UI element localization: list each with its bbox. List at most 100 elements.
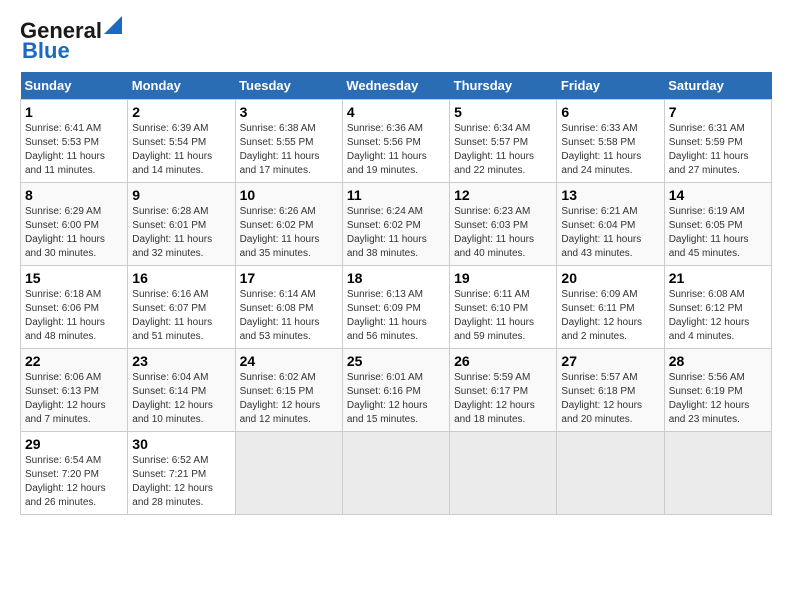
day-info: Sunrise: 6:04 AM Sunset: 6:14 PM Dayligh…: [132, 371, 230, 427]
calendar-cell: 9 Sunrise: 6:28 AM Sunset: 6:01 PM Dayli…: [128, 183, 235, 266]
logo: General Blue: [20, 20, 122, 62]
day-number: 15: [25, 270, 123, 286]
calendar-cell: 7 Sunrise: 6:31 AM Sunset: 5:59 PM Dayli…: [664, 100, 771, 183]
calendar-cell: 3 Sunrise: 6:38 AM Sunset: 5:55 PM Dayli…: [235, 100, 342, 183]
calendar-cell: 27 Sunrise: 5:57 AM Sunset: 6:18 PM Dayl…: [557, 349, 664, 432]
day-info: Sunrise: 6:08 AM Sunset: 6:12 PM Dayligh…: [669, 288, 767, 344]
day-info: Sunrise: 6:21 AM Sunset: 6:04 PM Dayligh…: [561, 205, 659, 261]
day-number: 9: [132, 187, 230, 203]
day-number: 3: [240, 104, 338, 120]
header-day-sunday: Sunday: [21, 72, 128, 100]
calendar-cell: 29 Sunrise: 6:54 AM Sunset: 7:20 PM Dayl…: [21, 432, 128, 515]
calendar-cell: 12 Sunrise: 6:23 AM Sunset: 6:03 PM Dayl…: [450, 183, 557, 266]
calendar-cell: 11 Sunrise: 6:24 AM Sunset: 6:02 PM Dayl…: [342, 183, 449, 266]
day-number: 21: [669, 270, 767, 286]
header-day-monday: Monday: [128, 72, 235, 100]
day-info: Sunrise: 6:23 AM Sunset: 6:03 PM Dayligh…: [454, 205, 552, 261]
day-number: 13: [561, 187, 659, 203]
day-number: 27: [561, 353, 659, 369]
calendar-cell: 21 Sunrise: 6:08 AM Sunset: 6:12 PM Dayl…: [664, 266, 771, 349]
calendar-cell: 8 Sunrise: 6:29 AM Sunset: 6:00 PM Dayli…: [21, 183, 128, 266]
calendar-cell: [557, 432, 664, 515]
day-number: 14: [669, 187, 767, 203]
calendar-cell: 28 Sunrise: 5:56 AM Sunset: 6:19 PM Dayl…: [664, 349, 771, 432]
day-number: 16: [132, 270, 230, 286]
day-info: Sunrise: 6:38 AM Sunset: 5:55 PM Dayligh…: [240, 122, 338, 178]
day-info: Sunrise: 6:14 AM Sunset: 6:08 PM Dayligh…: [240, 288, 338, 344]
calendar-cell: [342, 432, 449, 515]
day-info: Sunrise: 6:18 AM Sunset: 6:06 PM Dayligh…: [25, 288, 123, 344]
day-info: Sunrise: 5:57 AM Sunset: 6:18 PM Dayligh…: [561, 371, 659, 427]
day-number: 30: [132, 436, 230, 452]
day-info: Sunrise: 6:33 AM Sunset: 5:58 PM Dayligh…: [561, 122, 659, 178]
day-number: 28: [669, 353, 767, 369]
day-number: 20: [561, 270, 659, 286]
page-header: General Blue: [20, 20, 772, 62]
calendar-cell: 18 Sunrise: 6:13 AM Sunset: 6:09 PM Dayl…: [342, 266, 449, 349]
calendar-cell: 6 Sunrise: 6:33 AM Sunset: 5:58 PM Dayli…: [557, 100, 664, 183]
day-number: 7: [669, 104, 767, 120]
day-info: Sunrise: 6:24 AM Sunset: 6:02 PM Dayligh…: [347, 205, 445, 261]
day-number: 24: [240, 353, 338, 369]
calendar-table: SundayMondayTuesdayWednesdayThursdayFrid…: [20, 72, 772, 515]
day-number: 19: [454, 270, 552, 286]
day-info: Sunrise: 6:34 AM Sunset: 5:57 PM Dayligh…: [454, 122, 552, 178]
day-number: 23: [132, 353, 230, 369]
day-info: Sunrise: 6:28 AM Sunset: 6:01 PM Dayligh…: [132, 205, 230, 261]
day-info: Sunrise: 6:36 AM Sunset: 5:56 PM Dayligh…: [347, 122, 445, 178]
day-info: Sunrise: 6:13 AM Sunset: 6:09 PM Dayligh…: [347, 288, 445, 344]
day-number: 1: [25, 104, 123, 120]
day-info: Sunrise: 6:02 AM Sunset: 6:15 PM Dayligh…: [240, 371, 338, 427]
calendar-cell: [235, 432, 342, 515]
day-number: 5: [454, 104, 552, 120]
calendar-cell: [450, 432, 557, 515]
calendar-cell: 30 Sunrise: 6:52 AM Sunset: 7:21 PM Dayl…: [128, 432, 235, 515]
day-number: 6: [561, 104, 659, 120]
day-number: 10: [240, 187, 338, 203]
calendar-cell: 26 Sunrise: 5:59 AM Sunset: 6:17 PM Dayl…: [450, 349, 557, 432]
calendar-cell: 13 Sunrise: 6:21 AM Sunset: 6:04 PM Dayl…: [557, 183, 664, 266]
calendar-cell: 19 Sunrise: 6:11 AM Sunset: 6:10 PM Dayl…: [450, 266, 557, 349]
calendar-week-5: 29 Sunrise: 6:54 AM Sunset: 7:20 PM Dayl…: [21, 432, 772, 515]
header-day-thursday: Thursday: [450, 72, 557, 100]
day-info: Sunrise: 5:59 AM Sunset: 6:17 PM Dayligh…: [454, 371, 552, 427]
calendar-cell: 14 Sunrise: 6:19 AM Sunset: 6:05 PM Dayl…: [664, 183, 771, 266]
logo-blue: Blue: [22, 40, 70, 62]
calendar-cell: 4 Sunrise: 6:36 AM Sunset: 5:56 PM Dayli…: [342, 100, 449, 183]
calendar-week-1: 1 Sunrise: 6:41 AM Sunset: 5:53 PM Dayli…: [21, 100, 772, 183]
day-info: Sunrise: 6:01 AM Sunset: 6:16 PM Dayligh…: [347, 371, 445, 427]
day-number: 17: [240, 270, 338, 286]
calendar-cell: [664, 432, 771, 515]
day-number: 11: [347, 187, 445, 203]
calendar-cell: 20 Sunrise: 6:09 AM Sunset: 6:11 PM Dayl…: [557, 266, 664, 349]
calendar-cell: 5 Sunrise: 6:34 AM Sunset: 5:57 PM Dayli…: [450, 100, 557, 183]
day-number: 26: [454, 353, 552, 369]
day-info: Sunrise: 6:39 AM Sunset: 5:54 PM Dayligh…: [132, 122, 230, 178]
day-info: Sunrise: 6:19 AM Sunset: 6:05 PM Dayligh…: [669, 205, 767, 261]
day-info: Sunrise: 6:16 AM Sunset: 6:07 PM Dayligh…: [132, 288, 230, 344]
header-day-tuesday: Tuesday: [235, 72, 342, 100]
day-info: Sunrise: 6:52 AM Sunset: 7:21 PM Dayligh…: [132, 454, 230, 510]
calendar-cell: 15 Sunrise: 6:18 AM Sunset: 6:06 PM Dayl…: [21, 266, 128, 349]
logo-arrow-icon: [104, 16, 122, 34]
header-day-saturday: Saturday: [664, 72, 771, 100]
calendar-week-2: 8 Sunrise: 6:29 AM Sunset: 6:00 PM Dayli…: [21, 183, 772, 266]
day-number: 12: [454, 187, 552, 203]
day-info: Sunrise: 6:31 AM Sunset: 5:59 PM Dayligh…: [669, 122, 767, 178]
day-info: Sunrise: 6:06 AM Sunset: 6:13 PM Dayligh…: [25, 371, 123, 427]
calendar-cell: 25 Sunrise: 6:01 AM Sunset: 6:16 PM Dayl…: [342, 349, 449, 432]
calendar-cell: 23 Sunrise: 6:04 AM Sunset: 6:14 PM Dayl…: [128, 349, 235, 432]
day-info: Sunrise: 6:41 AM Sunset: 5:53 PM Dayligh…: [25, 122, 123, 178]
header-day-wednesday: Wednesday: [342, 72, 449, 100]
day-info: Sunrise: 6:26 AM Sunset: 6:02 PM Dayligh…: [240, 205, 338, 261]
header-day-friday: Friday: [557, 72, 664, 100]
day-info: Sunrise: 6:54 AM Sunset: 7:20 PM Dayligh…: [25, 454, 123, 510]
calendar-week-4: 22 Sunrise: 6:06 AM Sunset: 6:13 PM Dayl…: [21, 349, 772, 432]
calendar-cell: 10 Sunrise: 6:26 AM Sunset: 6:02 PM Dayl…: [235, 183, 342, 266]
day-number: 8: [25, 187, 123, 203]
calendar-week-3: 15 Sunrise: 6:18 AM Sunset: 6:06 PM Dayl…: [21, 266, 772, 349]
day-number: 4: [347, 104, 445, 120]
calendar-cell: 17 Sunrise: 6:14 AM Sunset: 6:08 PM Dayl…: [235, 266, 342, 349]
calendar-cell: 24 Sunrise: 6:02 AM Sunset: 6:15 PM Dayl…: [235, 349, 342, 432]
day-info: Sunrise: 5:56 AM Sunset: 6:19 PM Dayligh…: [669, 371, 767, 427]
